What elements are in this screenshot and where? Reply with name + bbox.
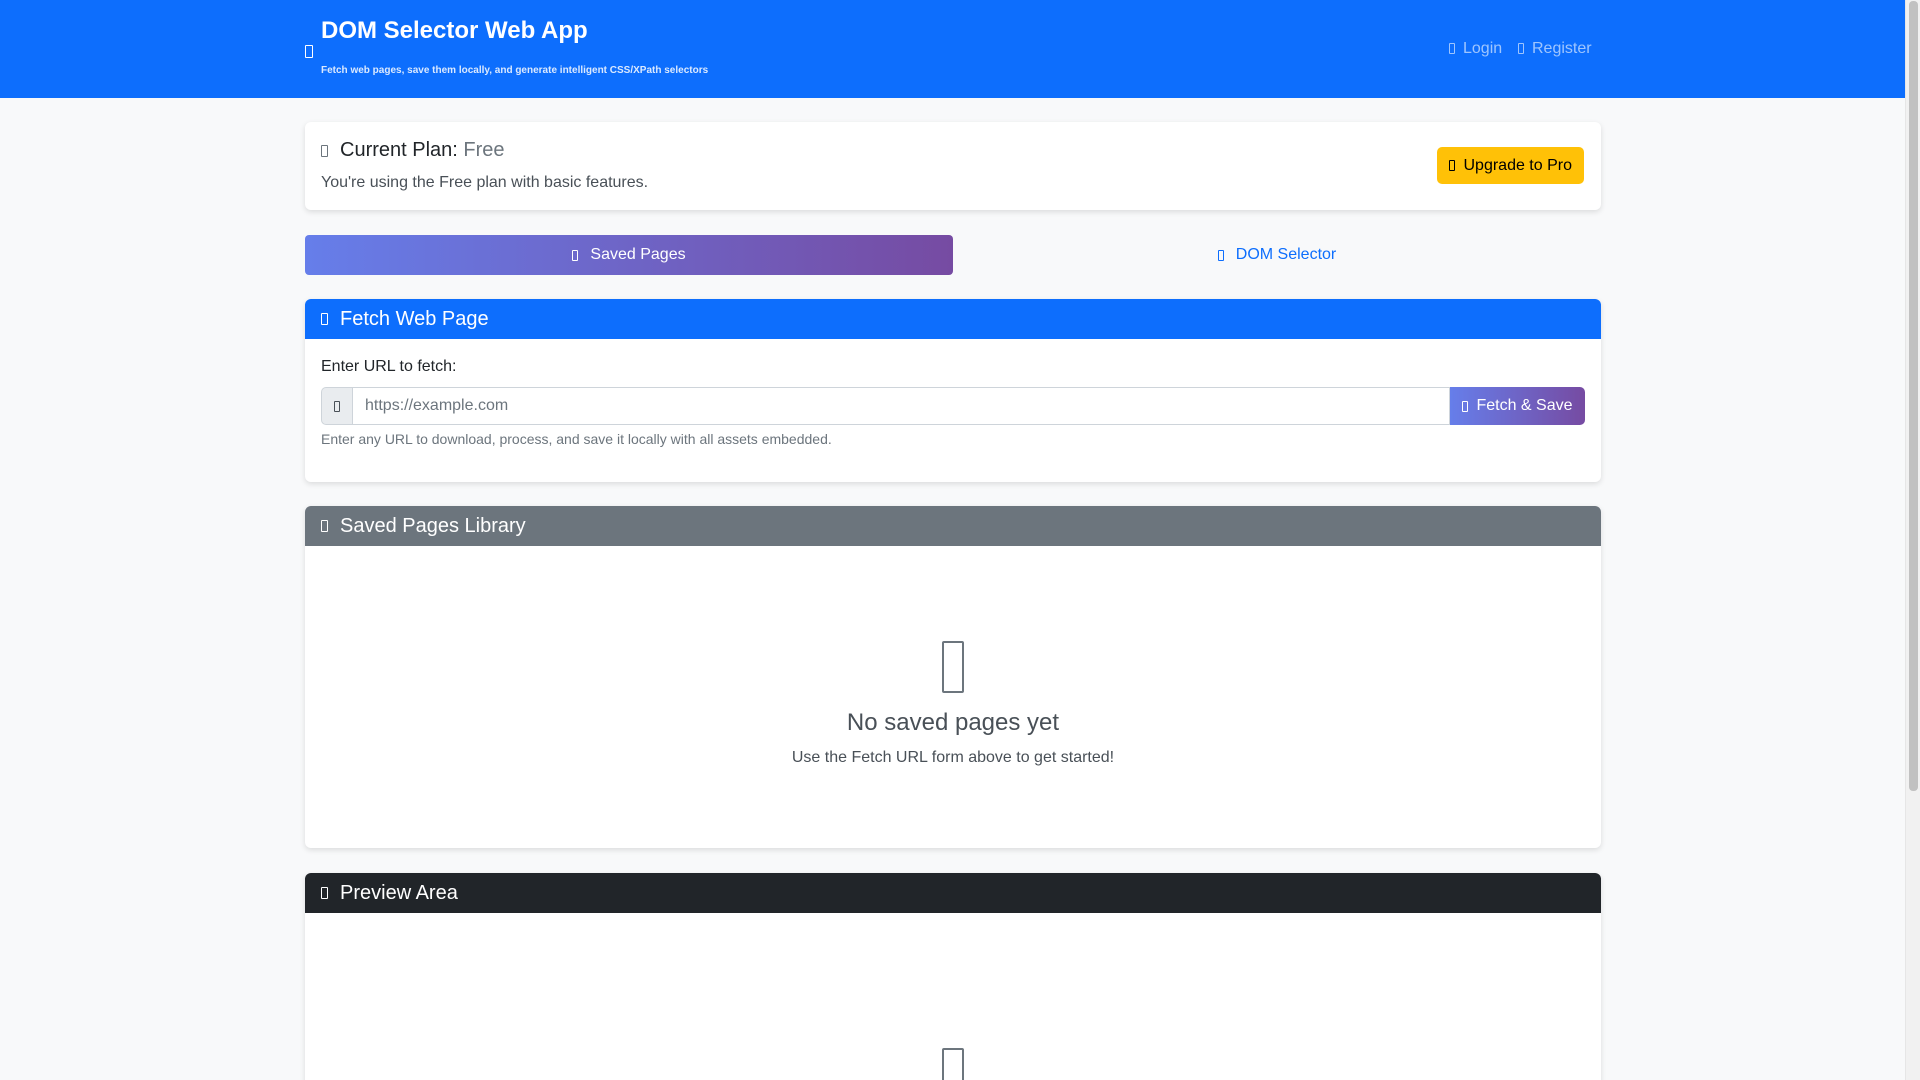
window-icon: [942, 1048, 964, 1080]
top-navbar: DOM Selector Web App Fetch web pages, sa…: [0, 0, 1905, 98]
current-plan-card: Current Plan: Free You're using the Free…: [305, 122, 1601, 210]
tab-saved-pages-label: Saved Pages: [590, 246, 686, 263]
folder-icon: [572, 249, 579, 261]
cloud-download-icon: [1462, 400, 1469, 412]
url-input[interactable]: [352, 387, 1450, 425]
tab-dom-selector[interactable]: DOM Selector: [953, 235, 1601, 275]
page-viewport: DOM Selector Web App Fetch web pages, sa…: [0, 0, 1905, 1080]
tab-dom-selector-label: DOM Selector: [1235, 246, 1337, 263]
fetch-and-save-button[interactable]: Fetch & Save: [1450, 387, 1585, 425]
app-subtitle: Fetch web pages, save them locally, and …: [321, 65, 709, 76]
empty-folder-icon: [942, 641, 964, 693]
fetch-button-label: Fetch & Save: [1476, 397, 1573, 414]
preview-card-title: Preview Area: [340, 881, 458, 904]
fetch-card-header: Fetch Web Page: [305, 299, 1601, 339]
register-link[interactable]: Register: [1518, 40, 1592, 58]
vertical-scrollbar[interactable]: [1905, 0, 1920, 1080]
code-icon: [305, 44, 313, 62]
register-label: Register: [1532, 40, 1592, 57]
library-empty-state: No saved pages yet Use the Fetch URL for…: [305, 641, 1601, 767]
download-icon: [321, 313, 328, 325]
upgrade-label: Upgrade to Pro: [1463, 156, 1572, 174]
archive-icon: [321, 520, 328, 532]
star-icon: [1449, 160, 1456, 171]
plan-title: Current Plan: Free: [321, 139, 505, 162]
login-label: Login: [1463, 40, 1503, 57]
crosshair-icon: [1217, 249, 1224, 261]
tab-saved-pages[interactable]: Saved Pages: [305, 235, 953, 275]
main-tabs: Saved Pages DOM Selector: [305, 235, 1601, 275]
plan-description: You're using the Free plan with basic fe…: [321, 174, 649, 191]
url-input-group: Fetch & Save: [321, 387, 1585, 425]
preview-area-card: Preview Area: [305, 873, 1601, 1080]
preview-card-header: Preview Area: [305, 873, 1601, 913]
library-card-header: Saved Pages Library: [305, 506, 1601, 546]
scrollbar-thumb[interactable]: [1909, 1, 1918, 791]
fetch-web-page-card: Fetch Web Page Enter URL to fetch: Fetch…: [305, 299, 1601, 482]
plan-label: Current Plan:: [340, 139, 458, 161]
login-link[interactable]: Login: [1449, 40, 1502, 58]
url-help-text: Enter any URL to download, process, and …: [321, 431, 832, 447]
eye-icon: [321, 887, 328, 899]
app-title[interactable]: DOM Selector Web App: [321, 17, 588, 45]
upgrade-to-pro-button[interactable]: Upgrade to Pro: [1437, 147, 1584, 184]
url-field-label: Enter URL to fetch:: [321, 358, 457, 375]
link-icon: [334, 400, 340, 412]
preview-placeholder: [305, 1048, 1601, 1080]
empty-state-subtitle: Use the Fetch URL form above to get star…: [791, 749, 1115, 766]
crown-icon: [321, 145, 328, 157]
plan-value: Free: [463, 139, 505, 161]
saved-pages-library-card: Saved Pages Library No saved pages yet U…: [305, 506, 1601, 848]
fetch-card-title: Fetch Web Page: [340, 307, 489, 330]
sign-in-icon: [1449, 43, 1455, 54]
url-prefix: [321, 387, 352, 425]
user-plus-icon: [1518, 43, 1524, 54]
library-card-title: Saved Pages Library: [340, 514, 526, 537]
empty-state-title: No saved pages yet: [846, 709, 1060, 736]
